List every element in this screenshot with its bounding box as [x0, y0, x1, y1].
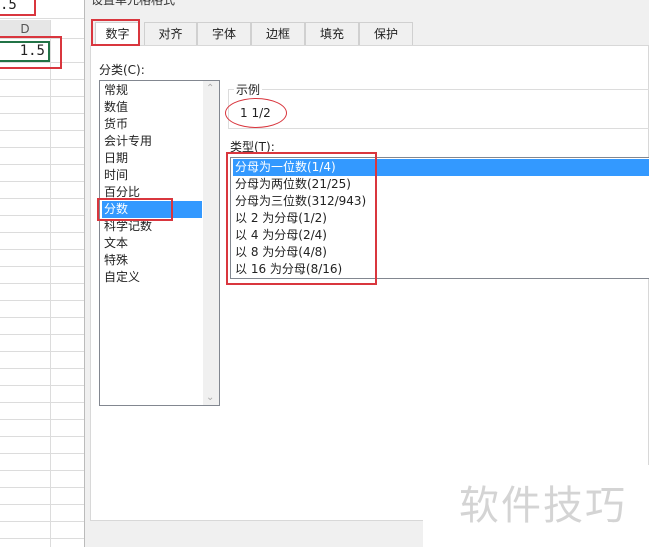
- highlight-box: [91, 19, 140, 46]
- category-item[interactable]: 货币: [102, 116, 128, 133]
- highlight-ellipse: [225, 98, 287, 128]
- highlight-box: [0, 36, 62, 69]
- category-item[interactable]: 数值: [102, 99, 128, 116]
- watermark: 软件技巧: [459, 483, 627, 529]
- scrollbar[interactable]: ⌃ ⌄: [203, 81, 219, 405]
- category-item[interactable]: 常规: [102, 82, 128, 99]
- tab-border[interactable]: 边框: [251, 22, 305, 45]
- watermark-area: 软件技巧: [423, 465, 649, 547]
- sample-group: [228, 89, 649, 129]
- tab-alignment[interactable]: 对齐: [144, 22, 197, 45]
- spreadsheet-background: D .5 1.5: [0, 0, 84, 547]
- highlight-box: [97, 198, 173, 221]
- tab-fill[interactable]: 填充: [305, 22, 359, 45]
- category-item[interactable]: 时间: [102, 167, 128, 184]
- category-item[interactable]: 日期: [102, 150, 128, 167]
- category-label: 分类(C):: [99, 63, 145, 77]
- category-list[interactable]: 常规 数值 货币 会计专用 日期 时间 百分比 分数 科学记数 文本 特殊 自定…: [99, 80, 220, 406]
- highlight-box: [226, 152, 377, 285]
- tab-font[interactable]: 字体: [197, 22, 251, 45]
- category-item[interactable]: 会计专用: [102, 133, 152, 150]
- category-item[interactable]: 特殊: [102, 252, 128, 269]
- tab-protection[interactable]: 保护: [359, 22, 413, 45]
- dialog-title: 设置单元格格式: [91, 0, 176, 7]
- category-item[interactable]: 自定义: [102, 269, 140, 286]
- scroll-down-icon[interactable]: ⌄: [206, 392, 214, 403]
- scroll-up-icon[interactable]: ⌃: [206, 83, 214, 94]
- sample-label: 示例: [234, 81, 263, 98]
- category-item[interactable]: 文本: [102, 235, 128, 252]
- highlight-box: [0, 0, 36, 16]
